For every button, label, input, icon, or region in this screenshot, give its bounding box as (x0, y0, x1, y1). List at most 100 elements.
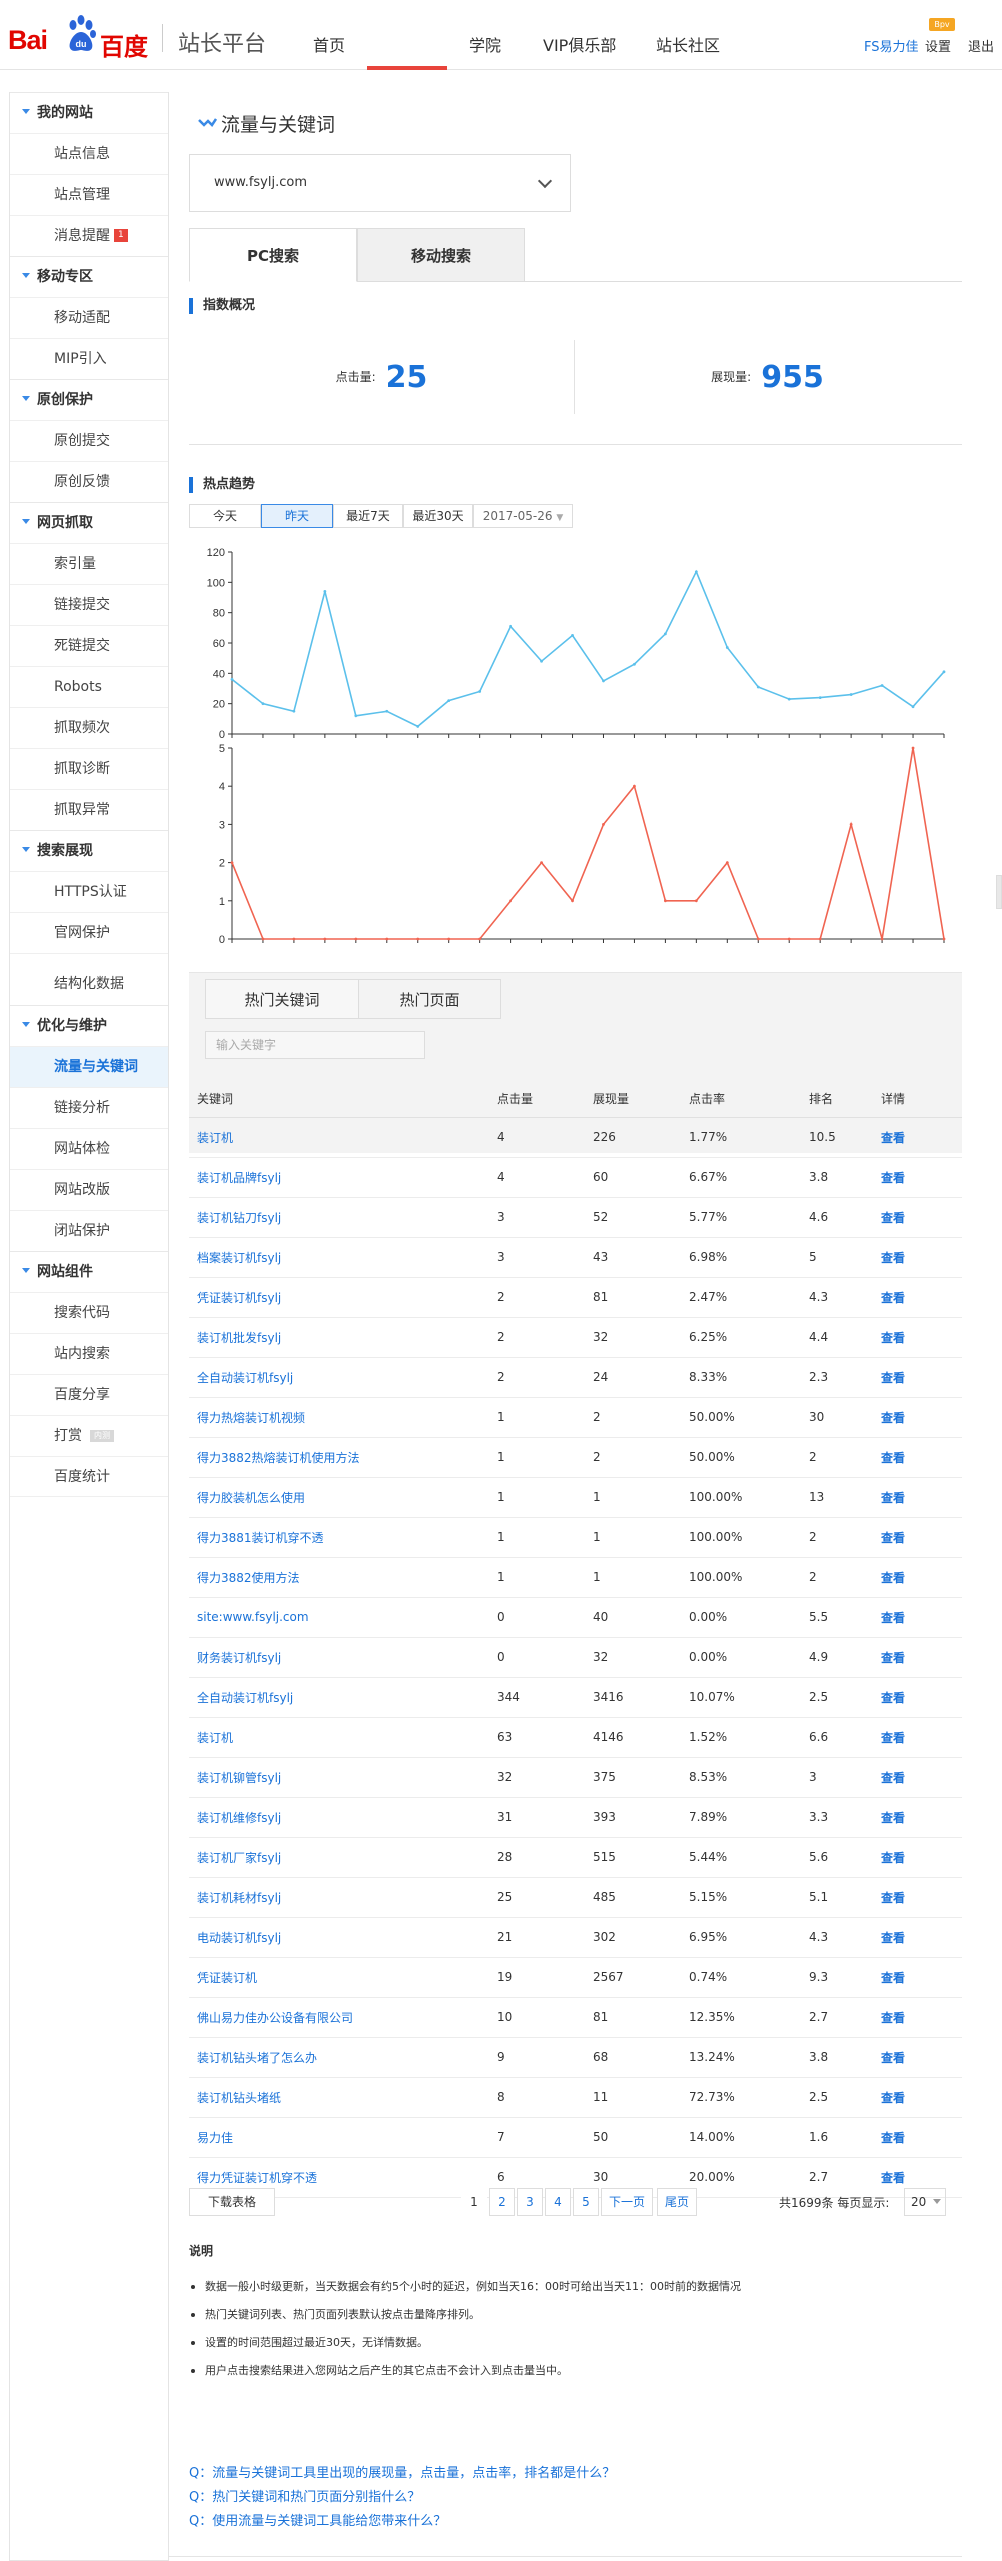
filter-yesterday[interactable]: 昨天 (261, 504, 333, 528)
cell-detail[interactable]: 查看 (873, 1797, 962, 1838)
sidebar-item-baidu-stats[interactable]: 百度统计 (10, 1456, 168, 1497)
sidebar-item-close-protect[interactable]: 闭站保护 (10, 1210, 168, 1251)
sidebar-item-mip[interactable]: MIP引入 (10, 338, 168, 379)
cell-keyword[interactable]: 装订机铆管fsylj (189, 1757, 489, 1798)
col-keyword[interactable]: 关键词 (189, 1081, 489, 1118)
cell-keyword[interactable]: 得力3881装订机穿不透 (189, 1517, 489, 1558)
page-2[interactable]: 2 (489, 2188, 515, 2216)
cell-keyword[interactable]: 财务装订机fsylj (189, 1637, 489, 1678)
col-clicks[interactable]: 点击量 (489, 1081, 585, 1118)
sidebar-item-link-submit[interactable]: 链接提交 (10, 584, 168, 625)
cell-detail[interactable]: 查看 (873, 1997, 962, 2038)
cell-keyword[interactable]: 凭证装订机fsylj (189, 1277, 489, 1318)
cell-detail[interactable]: 查看 (873, 2117, 962, 2158)
sidebar-group-mobile[interactable]: 移动专区 (10, 256, 168, 297)
cell-detail[interactable]: 查看 (873, 1877, 962, 1918)
sidebar-item-original-submit[interactable]: 原创提交 (10, 420, 168, 461)
last-page-button[interactable]: 尾页 (657, 2188, 697, 2216)
sidebar-group-components[interactable]: 网站组件 (10, 1251, 168, 1292)
nav-vip-club[interactable]: VIP俱乐部 (543, 32, 616, 56)
cell-detail[interactable]: 查看 (873, 1317, 962, 1358)
sidebar-item-messages[interactable]: 消息提醒 1 (10, 215, 168, 256)
cell-keyword[interactable]: 档案装订机fsylj (189, 1237, 489, 1278)
cell-detail[interactable]: 查看 (873, 1197, 962, 1238)
date-picker[interactable]: 2017-05-26 ▼ (473, 504, 573, 528)
sidebar-group-original[interactable]: 原创保护 (10, 379, 168, 420)
next-page-button[interactable]: 下一页 (601, 2188, 653, 2216)
cell-detail[interactable]: 查看 (873, 2077, 962, 2118)
sidebar-group-optimize[interactable]: 优化与维护 (10, 1005, 168, 1046)
sidebar-item-crawl-freq[interactable]: 抓取频次 (10, 707, 168, 748)
sidebar-item-mobile-adapt[interactable]: 移动适配 (10, 297, 168, 338)
cell-keyword[interactable]: 全自动装订机fsylj (189, 1677, 489, 1718)
sidebar-item-site-revision[interactable]: 网站改版 (10, 1169, 168, 1210)
baidu-logo[interactable]: Bai du 百度 (8, 15, 148, 61)
logout-link[interactable]: 退出 (968, 36, 994, 55)
cell-detail[interactable]: 查看 (873, 1597, 962, 1638)
cell-detail[interactable]: 查看 (873, 1357, 962, 1398)
page-5[interactable]: 5 (573, 2188, 599, 2216)
user-link[interactable]: FS易力佳 (864, 36, 919, 55)
cell-detail[interactable]: 查看 (873, 1117, 962, 1158)
cell-keyword[interactable]: 全自动装订机fsylj (189, 1357, 489, 1398)
cell-keyword[interactable]: 得力3882热熔装订机使用方法 (189, 1437, 489, 1478)
sidebar-item-https[interactable]: HTTPS认证 (10, 871, 168, 912)
settings-link[interactable]: 设置 (925, 36, 951, 55)
faq-link[interactable]: Q：流量与关键词工具里出现的展现量，点击量，点击率，排名都是什么？ (189, 2462, 962, 2486)
cell-detail[interactable]: 查看 (873, 1477, 962, 1518)
sidebar-item-crawl-error[interactable]: 抓取异常 (10, 789, 168, 830)
cell-detail[interactable]: 查看 (873, 1637, 962, 1678)
cell-detail[interactable]: 查看 (873, 2037, 962, 2078)
cell-keyword[interactable]: 装订机钻头堵了怎么办 (189, 2037, 489, 2078)
col-impressions[interactable]: 展现量 (585, 1081, 681, 1118)
cell-keyword[interactable]: 易力佳 (189, 2117, 489, 2158)
sidebar-item-reward[interactable]: 打赏 内测 (10, 1415, 168, 1456)
cell-detail[interactable]: 查看 (873, 1237, 962, 1278)
cell-keyword[interactable]: 得力胶装机怎么使用 (189, 1477, 489, 1518)
col-rank[interactable]: 排名 (801, 1081, 873, 1118)
cell-detail[interactable]: 查看 (873, 1677, 962, 1718)
cell-detail[interactable]: 查看 (873, 1717, 962, 1758)
cell-detail[interactable]: 查看 (873, 1397, 962, 1438)
sidebar-item-baidu-share[interactable]: 百度分享 (10, 1374, 168, 1415)
cell-keyword[interactable]: 装订机 (189, 1117, 489, 1158)
sidebar-item-index[interactable]: 索引量 (10, 543, 168, 584)
cell-keyword[interactable]: 得力3882使用方法 (189, 1557, 489, 1598)
tab-mobile-search[interactable]: 移动搜索 (357, 228, 525, 282)
download-table-button[interactable]: 下载表格 (189, 2188, 275, 2216)
cell-keyword[interactable]: 电动装订机fsylj (189, 1917, 489, 1958)
keyword-search-input[interactable]: 输入关键字 (205, 1031, 425, 1059)
cell-detail[interactable]: 查看 (873, 1557, 962, 1598)
tab-pc-search[interactable]: PC搜索 (189, 228, 357, 282)
sidebar-item-original-feedback[interactable]: 原创反馈 (10, 461, 168, 502)
sidebar-group-my-site[interactable]: 我的网站 (10, 92, 168, 133)
sidebar-item-official-protect[interactable]: 官网保护 (10, 912, 168, 953)
sidebar-item-site-check[interactable]: 网站体检 (10, 1128, 168, 1169)
cell-keyword[interactable]: 装订机维修fsylj (189, 1797, 489, 1838)
cell-keyword[interactable]: 装订机钻刀fsylj (189, 1197, 489, 1238)
filter-today[interactable]: 今天 (189, 504, 261, 528)
cell-detail[interactable]: 查看 (873, 1757, 962, 1798)
sidebar-item-search-code[interactable]: 搜索代码 (10, 1292, 168, 1333)
sidebar-item-crawl-diag[interactable]: 抓取诊断 (10, 748, 168, 789)
tab-hot-keywords[interactable]: 热门关键词 (205, 979, 359, 1019)
cell-keyword[interactable]: 装订机耗材fsylj (189, 1877, 489, 1918)
nav-home[interactable]: 首页 (313, 32, 345, 56)
sidebar-item-traffic-keywords[interactable]: 流量与关键词 (10, 1046, 168, 1087)
cell-detail[interactable]: 查看 (873, 1277, 962, 1318)
sidebar-group-crawl[interactable]: 网页抓取 (10, 502, 168, 543)
cell-detail[interactable]: 查看 (873, 1437, 962, 1478)
nav-community[interactable]: 站长社区 (656, 32, 720, 56)
nav-academy[interactable]: 学院 (469, 32, 501, 56)
cell-keyword[interactable]: 凭证装订机 (189, 1957, 489, 1998)
sidebar-item-site-info[interactable]: 站点信息 (10, 133, 168, 174)
sidebar-item-site-search[interactable]: 站内搜索 (10, 1333, 168, 1374)
page-1[interactable]: 1 (461, 2188, 487, 2216)
faq-link[interactable]: Q：热门关键词和热门页面分别指什么？ (189, 2486, 962, 2510)
per-page-select[interactable]: 20 (904, 2188, 946, 2216)
cell-keyword[interactable]: 装订机 (189, 1717, 489, 1758)
cell-detail[interactable]: 查看 (873, 1157, 962, 1198)
cell-keyword[interactable]: 装订机品牌fsylj (189, 1157, 489, 1198)
filter-last-30-days[interactable]: 最近30天 (403, 504, 473, 528)
cell-detail[interactable]: 查看 (873, 1957, 962, 1998)
